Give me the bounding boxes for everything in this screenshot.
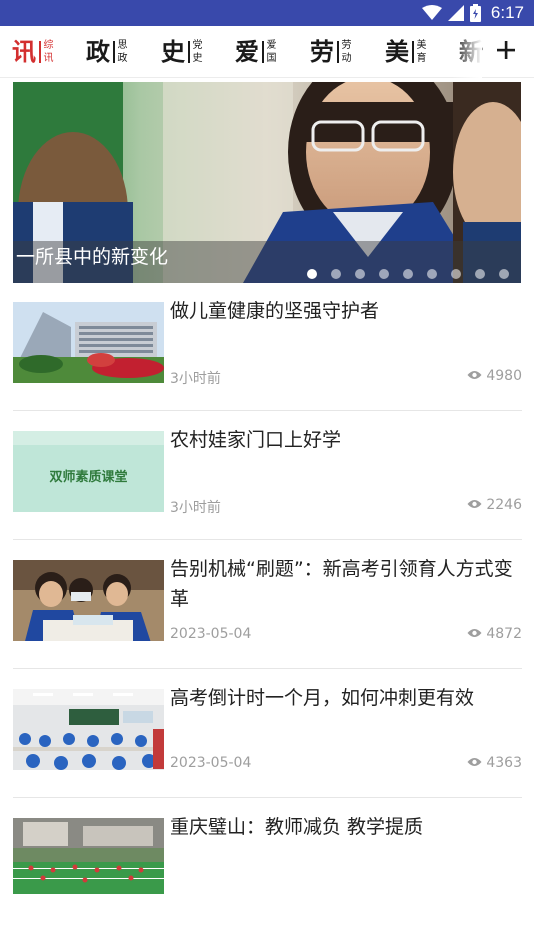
news-views: 4872 xyxy=(467,626,522,642)
carousel-dot[interactable] xyxy=(379,269,389,279)
news-time: 2023-05-04 xyxy=(170,626,252,642)
news-thumbnail xyxy=(13,689,164,770)
tab-divider xyxy=(39,41,41,63)
status-time: 6:17 xyxy=(490,3,524,22)
carousel-dot[interactable] xyxy=(499,269,509,279)
tab-channel-3[interactable]: 爱 爱国 xyxy=(235,26,277,78)
tab-sublabel: 爱国 xyxy=(266,40,277,64)
news-title: 重庆璧山：教师减负 教学提质 xyxy=(170,816,424,838)
news-views: 2246 xyxy=(467,497,522,513)
tab-divider xyxy=(188,41,190,63)
add-channel-button[interactable] xyxy=(494,26,518,78)
carousel-dot[interactable] xyxy=(451,269,461,279)
tab-divider xyxy=(262,41,264,63)
news-item[interactable]: 双师素质课堂 农村娃家门口上好学 3小时前 2246 xyxy=(13,411,522,540)
carousel-dot[interactable] xyxy=(307,269,317,279)
tab-label: 史 xyxy=(161,37,185,66)
tab-divider xyxy=(337,41,339,63)
tab-divider xyxy=(113,41,115,63)
status-bar: 6:17 xyxy=(0,0,534,26)
tab-channel-2[interactable]: 史 党史 xyxy=(161,26,203,78)
news-time: 2023-05-04 xyxy=(170,755,252,771)
news-item[interactable]: 做儿童健康的坚强守护者 3小时前 4980 xyxy=(13,282,522,411)
views-count: 4872 xyxy=(486,626,522,642)
tab-label: 美 xyxy=(385,37,409,66)
banner-carousel[interactable]: 一所县中的新变化 xyxy=(13,82,521,283)
tab-sublabel: 劳动 xyxy=(341,40,352,64)
news-thumbnail xyxy=(13,560,164,641)
tab-channel-4[interactable]: 劳 劳动 xyxy=(310,26,352,78)
views-count: 4363 xyxy=(486,755,522,771)
news-title: 高考倒计时一个月，如何冲刺更有效 xyxy=(170,687,475,709)
eye-icon xyxy=(467,626,482,642)
thumb-text: 双师素质课堂 xyxy=(49,469,127,485)
news-item[interactable]: 告别机械“刷题”：新高考引领育人方式变革 2023-05-04 4872 xyxy=(13,540,522,669)
tab-label: 讯 xyxy=(12,37,36,66)
tab-sublabel: 思政 xyxy=(117,40,128,64)
eye-icon xyxy=(467,368,482,384)
news-item[interactable]: 高考倒计时一个月，如何冲刺更有效 2023-05-04 4363 xyxy=(13,669,522,798)
news-title: 做儿童健康的坚强守护者 xyxy=(170,300,380,322)
tab-sublabel: 美育 xyxy=(416,40,427,64)
carousel-dot[interactable] xyxy=(331,269,341,279)
tab-bar-fade xyxy=(452,26,482,78)
wifi-icon xyxy=(421,5,442,21)
carousel-indicator xyxy=(307,269,509,279)
tab-channel-1[interactable]: 政 思政 xyxy=(86,26,128,78)
tab-sublabel: 综讯 xyxy=(43,40,54,64)
plus-icon xyxy=(496,40,516,64)
news-thumbnail xyxy=(13,302,164,383)
tab-label: 劳 xyxy=(310,37,334,66)
news-time: 3小时前 xyxy=(170,371,221,387)
carousel-dot[interactable] xyxy=(475,269,485,279)
news-thumbnail xyxy=(13,818,164,894)
tab-label: 爱 xyxy=(235,37,259,66)
carousel-dot[interactable] xyxy=(355,269,365,279)
carousel-dot[interactable] xyxy=(427,269,437,279)
carousel-dot[interactable] xyxy=(403,269,413,279)
news-thumbnail: 双师素质课堂 xyxy=(13,431,164,512)
tab-label: 政 xyxy=(86,37,110,66)
news-item[interactable]: 重庆璧山：教师减负 教学提质 xyxy=(13,798,522,927)
news-title: 告别机械“刷题”：新高考引领育人方式变革 xyxy=(170,558,513,610)
news-time: 3小时前 xyxy=(170,500,221,516)
news-title: 农村娃家门口上好学 xyxy=(170,429,342,451)
news-views: 4980 xyxy=(467,368,522,384)
news-views: 4363 xyxy=(467,755,522,771)
banner-title: 一所县中的新变化 xyxy=(16,246,169,268)
tab-channel-5[interactable]: 美 美育 xyxy=(385,26,427,78)
tab-sublabel: 党史 xyxy=(192,40,203,64)
tab-channel-0[interactable]: 讯 综讯 xyxy=(12,26,54,78)
status-icons: 6:17 xyxy=(421,3,524,23)
eye-icon xyxy=(467,755,482,771)
views-count: 4980 xyxy=(486,368,522,384)
tab-divider xyxy=(412,41,414,63)
eye-icon xyxy=(467,497,482,513)
battery-icon xyxy=(469,4,481,22)
views-count: 2246 xyxy=(486,497,522,513)
signal-icon xyxy=(447,5,464,21)
